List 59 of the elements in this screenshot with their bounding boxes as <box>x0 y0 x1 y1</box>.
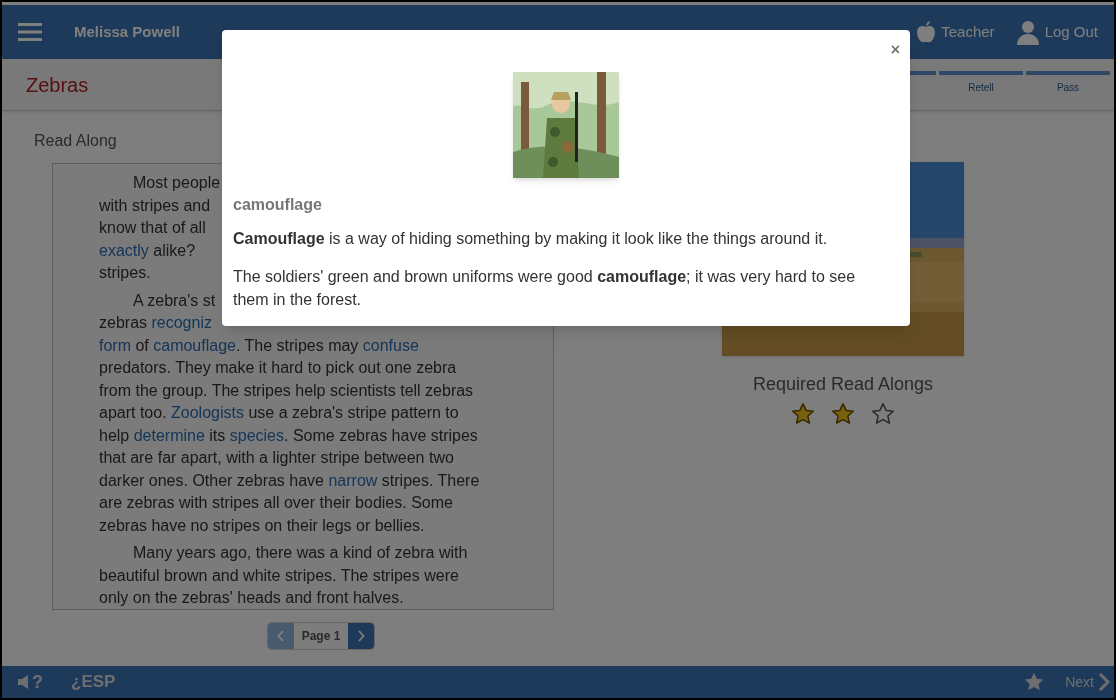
passage-text: use a zebra's stripe pattern to <box>247 404 459 421</box>
star-empty-icon <box>870 401 896 427</box>
passage-text: are zebras with stripes all over their bodies. Some <box>99 494 453 511</box>
word-heading: camouflage <box>233 195 323 215</box>
word-link[interactable]: confuse <box>362 336 419 354</box>
example-sentence: The soldiers' green and brown uniforms were good camouflage; it was very hard to see them in the forest. <box>233 267 857 310</box>
chevron-right-icon <box>1098 673 1110 691</box>
passage-text: A zebra's st <box>133 291 216 309</box>
passage-text: apart too. <box>99 404 168 421</box>
language-button[interactable]: ¿ESP <box>71 669 116 695</box>
menu-icon[interactable] <box>18 22 42 42</box>
star-icon[interactable] <box>1023 671 1046 693</box>
passage-text: darker ones. Other zebras have <box>99 471 325 489</box>
passage-text: with stripes and <box>99 196 211 214</box>
apple-icon <box>915 20 938 44</box>
passage-text: of <box>134 336 150 354</box>
passage-text: Most people <box>133 174 221 191</box>
word-link[interactable]: form <box>99 336 131 354</box>
passage-text: its <box>208 426 227 444</box>
passage-text: alike? <box>152 241 196 259</box>
passage-text: predators. They make it hard to pick out one zebra <box>99 359 457 376</box>
passage-text: beautiful brown and white stripes. The stripes were <box>99 566 459 584</box>
word-link[interactable]: determine <box>133 426 205 444</box>
word-link[interactable]: species <box>229 426 284 444</box>
required-read-alongs-label: Required Read Alongs <box>752 373 934 396</box>
close-button[interactable]: × <box>890 38 900 62</box>
chevron-right-icon <box>357 630 366 642</box>
passage-text: zebras <box>99 314 149 331</box>
passage-text: know that of all <box>99 219 206 236</box>
passage-text: help <box>99 426 131 444</box>
word-link[interactable]: recogniz <box>151 314 212 331</box>
passage-text: zebras have no stripes on their legs or bellies. <box>99 516 425 534</box>
passage-text: from the group. The stripes help scientists tell zebras <box>99 381 474 399</box>
step-label: Retell <box>968 81 994 95</box>
audio-help-button[interactable]: ? <box>18 668 43 696</box>
passage-text: Many years ago, there was a kind of zebra with <box>133 544 468 561</box>
definition-text: Camouflage is a way of hiding something by making it look like the things around it. <box>233 229 829 249</box>
star-filled-icon <box>830 401 856 427</box>
word-link[interactable]: narrow <box>328 471 378 489</box>
user-name: Melissa Powell <box>74 21 180 42</box>
word-link[interactable]: camouflage <box>153 336 236 354</box>
word-link[interactable]: exactly <box>99 241 149 259</box>
passage-text: stripes. <box>99 264 151 281</box>
passage-text: . Some zebras have stripes <box>284 426 478 444</box>
star-filled-icon <box>790 401 816 427</box>
log-out-button[interactable]: Log Out <box>1014 19 1098 45</box>
next-button[interactable]: Next <box>1065 671 1110 693</box>
passage-text: stripes. There <box>380 471 480 489</box>
passage-text: only on the zebras' heads and front halves. <box>99 589 404 606</box>
teacher-button[interactable]: Teacher <box>915 20 995 44</box>
passage-text: that are far apart, with a lighter stripe between two <box>99 449 454 466</box>
user-icon <box>1014 19 1041 45</box>
chevron-left-icon <box>276 630 285 642</box>
step-label: Pass <box>1056 81 1080 95</box>
next-page-button[interactable] <box>348 623 375 649</box>
page-title: Zebras <box>26 72 89 98</box>
word-link[interactable]: Zoologists <box>171 404 244 421</box>
section-label: Read Along <box>34 131 118 151</box>
passage-text: . The stripes may <box>235 336 360 354</box>
